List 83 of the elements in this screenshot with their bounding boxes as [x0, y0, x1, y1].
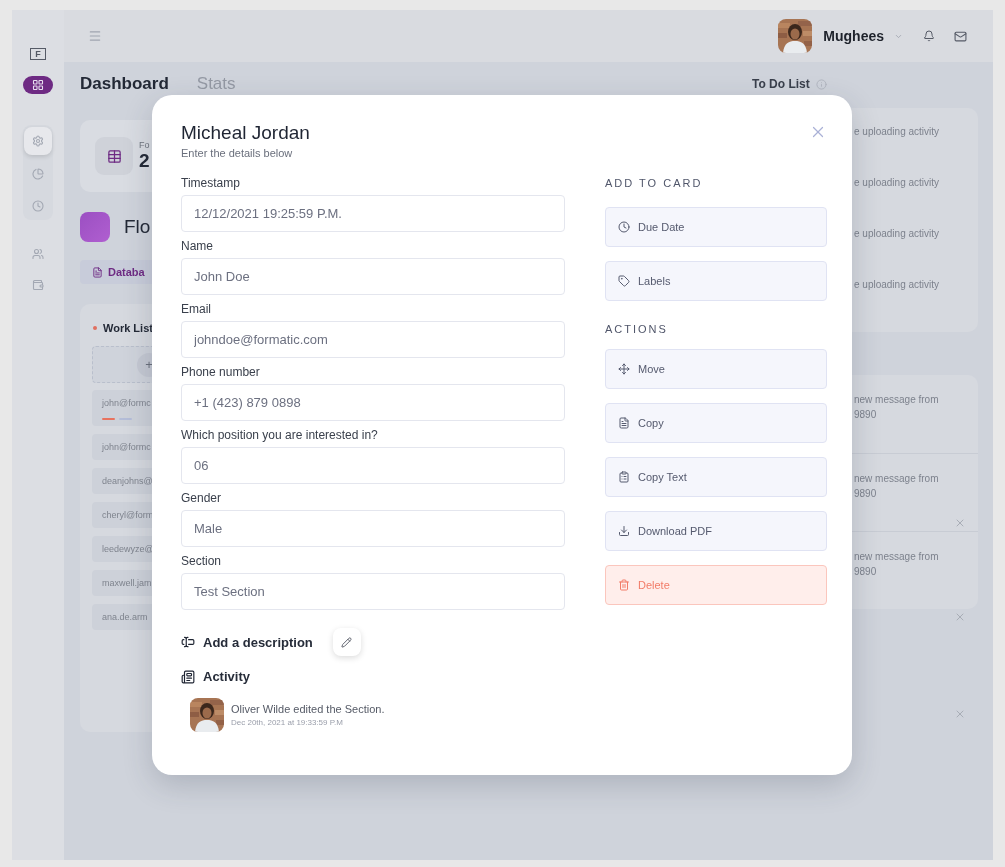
- settings-icon: [32, 134, 44, 147]
- table-icon: [95, 137, 133, 175]
- stat-value: 2: [139, 150, 150, 172]
- message-text: new message from: [854, 551, 940, 562]
- input-field[interactable]: 12/12/2021 19:25:59 P.M.: [181, 195, 565, 232]
- message-text: new message from: [854, 394, 940, 405]
- todo-item: e uploading activity: [854, 228, 941, 239]
- todo-item: e uploading activity: [854, 177, 941, 188]
- input-field[interactable]: johndoe@formatic.com: [181, 321, 565, 358]
- field-label: Name: [181, 238, 214, 254]
- work-list-title: Work List: [103, 322, 153, 334]
- action-button[interactable]: Labels: [605, 261, 827, 301]
- text-field-icon: [181, 635, 195, 649]
- tag-icon: [618, 275, 630, 287]
- message-number: 9890: [854, 409, 878, 420]
- trash-icon: [618, 579, 630, 591]
- action-button[interactable]: Download PDF: [605, 511, 827, 551]
- field-label: Gender: [181, 490, 223, 506]
- activity-time: Dec 20th, 2021 at 19:33:59 P.M: [231, 718, 344, 727]
- modal-subtitle: Enter the details below: [181, 147, 294, 159]
- close-icon[interactable]: [954, 517, 966, 529]
- clock-icon: [618, 221, 630, 233]
- pie-chart-icon: [32, 167, 44, 180]
- sidebar-item[interactable]: [23, 76, 53, 94]
- email-text: cheryl@form: [102, 510, 154, 520]
- description-label: Add a description: [203, 634, 313, 650]
- logo: F: [30, 48, 46, 60]
- field-label: Section: [181, 553, 223, 569]
- flow-title: Flo: [124, 216, 151, 238]
- todo-item: e uploading activity: [854, 126, 941, 137]
- download-icon: [618, 525, 630, 537]
- mail-icon[interactable]: [954, 29, 967, 43]
- chip-label: Databa: [108, 266, 145, 278]
- todo-title: To Do List: [752, 77, 810, 91]
- info-icon: [815, 78, 827, 90]
- flow-logo-icon: [80, 212, 110, 242]
- close-icon[interactable]: [954, 611, 966, 623]
- field-label: Phone number: [181, 364, 261, 380]
- message-text: new message from: [854, 473, 940, 484]
- bell-icon[interactable]: [923, 30, 935, 42]
- pencil-icon: [341, 636, 353, 648]
- action-button[interactable]: Move: [605, 349, 827, 389]
- user-name: Mughees: [823, 28, 884, 44]
- document-icon: [181, 669, 195, 684]
- action-button[interactable]: Copy Text: [605, 457, 827, 497]
- users-icon: [32, 248, 44, 260]
- edit-button[interactable]: [332, 628, 361, 656]
- action-button[interactable]: Due Date: [605, 207, 827, 247]
- close-icon[interactable]: [954, 708, 966, 720]
- message-number: 9890: [854, 488, 878, 499]
- email-text: ana.de.arm: [102, 612, 148, 622]
- list-icon: [618, 471, 630, 483]
- input-field[interactable]: Male: [181, 510, 565, 547]
- section-heading: ADD TO CARD: [605, 176, 704, 191]
- field-label: Timestamp: [181, 175, 241, 191]
- section-heading: ACTIONS: [605, 322, 669, 337]
- email-text: john@formc: [102, 442, 151, 452]
- stat-label: Fo: [139, 140, 150, 150]
- clock-icon: [32, 200, 44, 213]
- email-text: deanjohns@: [102, 476, 153, 486]
- move-icon: [618, 363, 630, 375]
- tab[interactable]: Dashboard: [80, 75, 169, 93]
- input-field[interactable]: 06: [181, 447, 565, 484]
- input-field[interactable]: Test Section: [181, 573, 565, 610]
- action-button[interactable]: Copy: [605, 403, 827, 443]
- message-number: 9890: [854, 566, 878, 577]
- input-field[interactable]: +1 (423) 879 0898: [181, 384, 565, 421]
- email-text: john@formc: [102, 398, 151, 408]
- field-label: Email: [181, 301, 212, 317]
- document-icon: [92, 266, 103, 278]
- wallet-icon: [32, 279, 44, 291]
- email-text: leedewyze@: [102, 544, 154, 554]
- document-icon: [618, 417, 630, 429]
- input-field[interactable]: John Doe: [181, 258, 565, 295]
- email-text: maxwell.jam: [102, 578, 152, 588]
- modal-title: Micheal Jordan: [181, 122, 311, 144]
- activity-heading: Activity: [203, 669, 250, 684]
- menu-icon[interactable]: [88, 29, 102, 43]
- status-dot: [93, 326, 97, 330]
- grid-icon: [32, 79, 44, 91]
- todo-item: e uploading activity: [854, 279, 941, 290]
- field-label: Which position you are interested in?: [181, 427, 379, 443]
- activity-text: Oliver Wilde edited the Section.: [231, 703, 385, 715]
